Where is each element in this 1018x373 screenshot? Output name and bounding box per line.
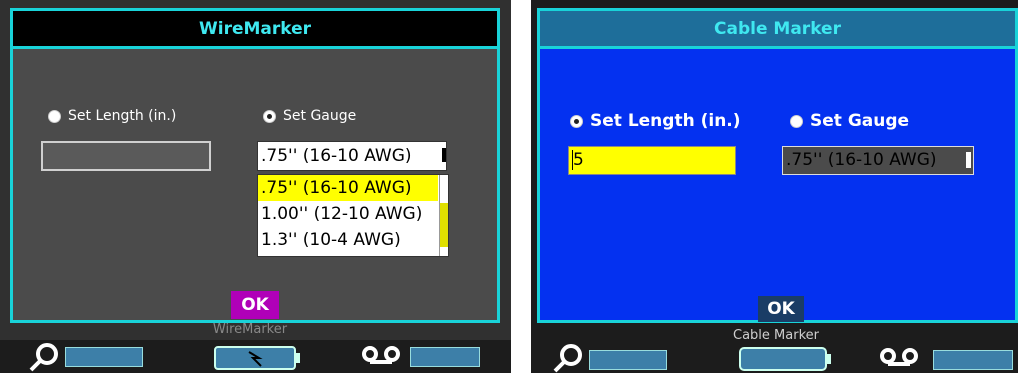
- radio-unselected-icon: [790, 114, 803, 128]
- cable-marker-screen: Cable Marker Set Length (in.) Set Gauge …: [531, 0, 1018, 373]
- set-length-radio[interactable]: Set Length (in.): [570, 111, 741, 131]
- wiremarker-screen: WireMarker Set Length (in.) Set Gauge .7…: [0, 0, 511, 373]
- set-gauge-label: Set Gauge: [810, 111, 910, 131]
- set-gauge-label: Set Gauge: [283, 108, 357, 124]
- softkey-3[interactable]: [933, 350, 1013, 370]
- dropdown-scroll-thumb[interactable]: [440, 203, 448, 247]
- softkey-3[interactable]: [410, 347, 480, 367]
- ok-button[interactable]: OK: [231, 291, 279, 319]
- set-length-label: Set Length (in.): [590, 111, 741, 131]
- cable-marker-dialog: Cable Marker Set Length (in.) Set Gauge …: [537, 8, 1018, 323]
- radio-unselected-icon: [48, 109, 61, 123]
- search-icon: [553, 344, 582, 373]
- softkey-1[interactable]: [65, 347, 143, 367]
- dropdown-scrollbar[interactable]: [439, 175, 448, 256]
- dialog-title: WireMarker: [13, 11, 497, 49]
- gauge-option[interactable]: 1.00'' (12-10 AWG): [258, 201, 448, 227]
- bottom-toolbar: [0, 340, 511, 373]
- dialog-title: Cable Marker: [540, 11, 1015, 49]
- gauge-select-scroll[interactable]: [442, 148, 446, 162]
- gauge-option[interactable]: 1.3'' (10-4 AWG): [258, 227, 448, 253]
- wiremarker-dialog: WireMarker Set Length (in.) Set Gauge .7…: [10, 8, 500, 323]
- length-input[interactable]: [41, 141, 211, 171]
- bottom-toolbar: [531, 340, 1018, 373]
- radio-selected-icon: [263, 109, 276, 123]
- length-input-value: 5: [572, 150, 584, 170]
- gauge-select[interactable]: .75'' (16-10 AWG): [257, 141, 447, 171]
- radio-selected-icon: [570, 114, 583, 128]
- set-gauge-radio[interactable]: Set Gauge: [263, 108, 356, 124]
- set-length-radio[interactable]: Set Length (in.): [48, 108, 176, 124]
- gauge-option[interactable]: .75'' (16-10 AWG): [258, 175, 438, 201]
- set-gauge-radio[interactable]: Set Gauge: [790, 111, 909, 131]
- screen-caption: WireMarker: [212, 322, 288, 337]
- cassette-icon: [880, 348, 918, 366]
- battery-icon: [214, 346, 300, 370]
- length-input[interactable]: 5: [568, 146, 736, 175]
- ok-button[interactable]: OK: [758, 296, 804, 322]
- gauge-select-value: .75'' (16-10 AWG): [261, 146, 412, 166]
- battery-icon: [739, 347, 831, 371]
- set-length-label: Set Length (in.): [68, 108, 177, 124]
- gauge-select-value: .75'' (16-10 AWG): [786, 150, 937, 170]
- gauge-dropdown-list[interactable]: .75'' (16-10 AWG) 1.00'' (12-10 AWG) 1.3…: [257, 174, 449, 257]
- search-icon: [29, 343, 58, 372]
- gauge-select-scroll[interactable]: [966, 152, 971, 168]
- gauge-select[interactable]: .75'' (16-10 AWG): [782, 146, 974, 175]
- softkey-1[interactable]: [589, 350, 667, 370]
- cassette-icon: [362, 346, 400, 364]
